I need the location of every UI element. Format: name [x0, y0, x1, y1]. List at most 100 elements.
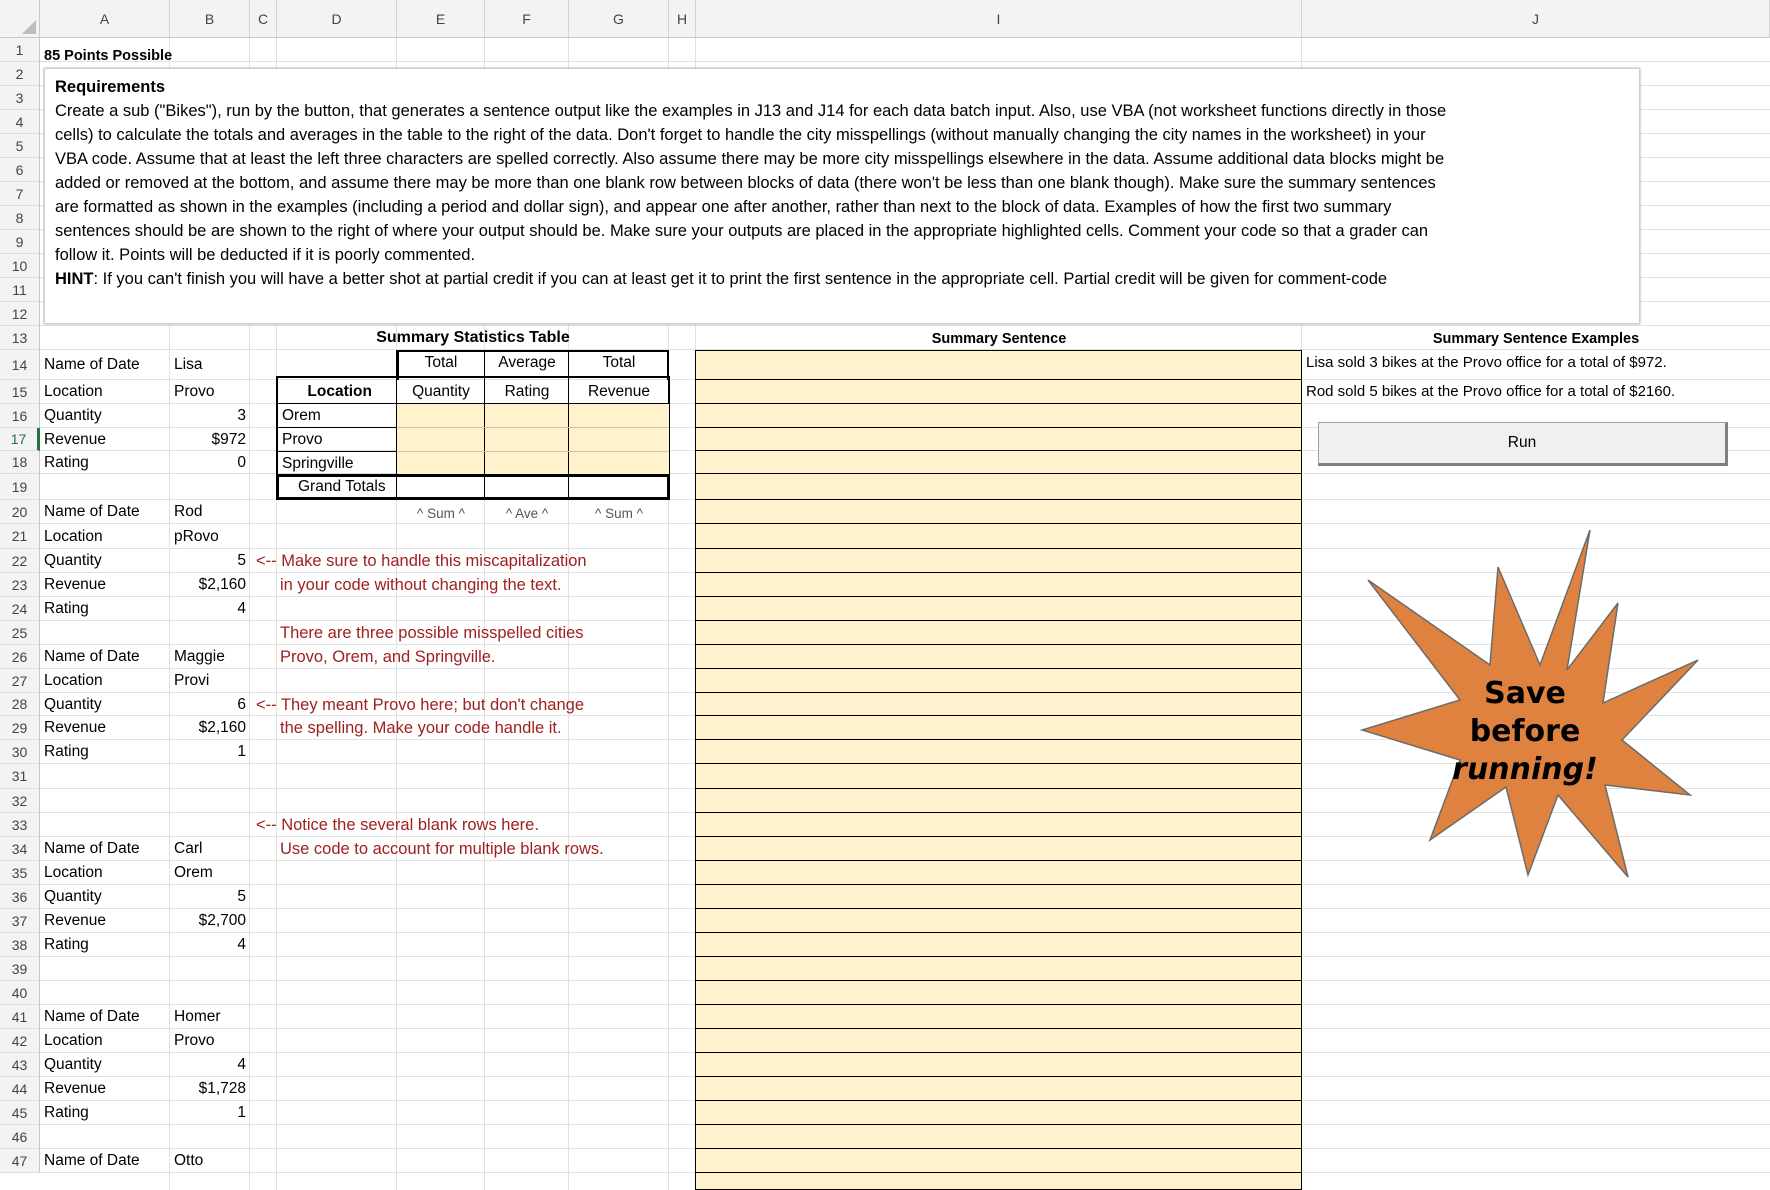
- summary-sentence-output[interactable]: [695, 350, 1302, 1190]
- row-header[interactable]: 25: [0, 621, 40, 645]
- field-value-rating[interactable]: 1: [170, 1101, 246, 1125]
- field-label-quantity[interactable]: Quantity: [44, 549, 102, 573]
- field-value-location[interactable]: Provi: [174, 669, 209, 693]
- field-value-revenue[interactable]: $972: [170, 428, 246, 451]
- field-value-revenue[interactable]: $1,728: [170, 1077, 246, 1101]
- field-value-rating[interactable]: 4: [170, 933, 246, 957]
- field-label-quantity[interactable]: Quantity: [44, 693, 102, 716]
- field-value-name[interactable]: Homer: [174, 1005, 221, 1029]
- field-value-location[interactable]: pRovo: [174, 524, 219, 549]
- row-header[interactable]: 22: [0, 549, 40, 573]
- field-label-name[interactable]: Name of Date: [44, 837, 140, 861]
- row-header[interactable]: 24: [0, 597, 40, 621]
- field-label-rating[interactable]: Rating: [44, 597, 89, 621]
- grand-totals-label[interactable]: Grand Totals: [298, 475, 386, 499]
- row-header[interactable]: 36: [0, 885, 40, 909]
- field-label-location[interactable]: Location: [44, 861, 103, 885]
- run-button[interactable]: Run: [1318, 422, 1728, 466]
- row-header[interactable]: 5: [0, 134, 40, 158]
- summary-table-inputs[interactable]: [397, 404, 669, 474]
- col-header-f[interactable]: F: [485, 0, 569, 38]
- field-value-name[interactable]: Rod: [174, 500, 202, 524]
- select-all-corner[interactable]: [0, 0, 40, 38]
- row-header[interactable]: 35: [0, 861, 40, 885]
- field-label-rating[interactable]: Rating: [44, 740, 89, 764]
- field-label-quantity[interactable]: Quantity: [44, 404, 102, 428]
- row-header[interactable]: 33: [0, 813, 40, 837]
- example-sentence-2[interactable]: Rod sold 5 bikes at the Provo office for…: [1306, 380, 1675, 404]
- row-header[interactable]: 3: [0, 86, 40, 110]
- field-value-quantity[interactable]: 5: [170, 549, 246, 573]
- requirements-textbox[interactable]: Requirements Create a sub ("Bikes"), run…: [44, 68, 1640, 324]
- row-header[interactable]: 42: [0, 1029, 40, 1053]
- field-label-name[interactable]: Name of Date: [44, 500, 140, 524]
- field-value-location[interactable]: Orem: [174, 861, 213, 885]
- row-header[interactable]: 4: [0, 110, 40, 134]
- row-header[interactable]: 44: [0, 1077, 40, 1101]
- row-header[interactable]: 31: [0, 764, 40, 789]
- row-header[interactable]: 15: [0, 380, 40, 404]
- field-value-rating[interactable]: 0: [170, 451, 246, 474]
- field-value-revenue[interactable]: $2,160: [170, 573, 246, 597]
- col-header-b[interactable]: B: [170, 0, 250, 38]
- field-label-revenue[interactable]: Revenue: [44, 716, 106, 740]
- row-header[interactable]: 46: [0, 1125, 40, 1149]
- points-possible[interactable]: 85 Points Possible: [44, 44, 172, 68]
- row-header[interactable]: 12: [0, 302, 40, 326]
- col-header-a[interactable]: A: [40, 0, 170, 38]
- row-header[interactable]: 19: [0, 474, 40, 500]
- row-header[interactable]: 39: [0, 957, 40, 981]
- row-header[interactable]: 28: [0, 693, 40, 716]
- field-label-location[interactable]: Location: [44, 524, 103, 549]
- field-value-name[interactable]: Otto: [174, 1149, 203, 1173]
- field-value-name[interactable]: Carl: [174, 837, 202, 861]
- row-header[interactable]: 10: [0, 254, 40, 278]
- col-header-d[interactable]: D: [277, 0, 397, 38]
- row-header[interactable]: 41: [0, 1005, 40, 1029]
- field-value-name[interactable]: Lisa: [174, 350, 202, 380]
- row-header[interactable]: 40: [0, 981, 40, 1005]
- field-value-revenue[interactable]: $2,700: [170, 909, 246, 933]
- row-header[interactable]: 17: [0, 428, 40, 451]
- row-header[interactable]: 2: [0, 62, 40, 86]
- row-header[interactable]: 16: [0, 404, 40, 428]
- location-provo[interactable]: Provo: [282, 428, 323, 452]
- col-header-e[interactable]: E: [397, 0, 485, 38]
- field-label-name[interactable]: Name of Date: [44, 350, 140, 380]
- field-label-name[interactable]: Name of Date: [44, 645, 140, 669]
- field-label-name[interactable]: Name of Date: [44, 1005, 140, 1029]
- field-value-name[interactable]: Maggie: [174, 645, 225, 669]
- summary-sentence-header[interactable]: Summary Sentence: [696, 327, 1302, 351]
- row-header[interactable]: 1: [0, 38, 40, 62]
- col-header-h[interactable]: H: [669, 0, 696, 38]
- field-label-quantity[interactable]: Quantity: [44, 885, 102, 909]
- row-header[interactable]: 11: [0, 278, 40, 302]
- row-header[interactable]: 26: [0, 645, 40, 669]
- field-label-quantity[interactable]: Quantity: [44, 1053, 102, 1077]
- row-header[interactable]: 6: [0, 158, 40, 182]
- field-label-revenue[interactable]: Revenue: [44, 909, 106, 933]
- location-springville[interactable]: Springville: [282, 452, 354, 476]
- col-header-g[interactable]: G: [569, 0, 669, 38]
- col-header-c[interactable]: C: [250, 0, 277, 38]
- field-label-location[interactable]: Location: [44, 669, 103, 693]
- field-label-location[interactable]: Location: [44, 380, 103, 404]
- row-header[interactable]: 38: [0, 933, 40, 957]
- location-orem[interactable]: Orem: [282, 404, 321, 428]
- field-value-location[interactable]: Provo: [174, 1029, 215, 1053]
- field-value-location[interactable]: Provo: [174, 380, 215, 404]
- row-header[interactable]: 18: [0, 451, 40, 474]
- row-header[interactable]: 34: [0, 837, 40, 861]
- field-value-rating[interactable]: 1: [170, 740, 246, 764]
- field-label-name[interactable]: Name of Date: [44, 1149, 140, 1173]
- field-label-revenue[interactable]: Revenue: [44, 573, 106, 597]
- row-header[interactable]: 27: [0, 669, 40, 693]
- field-value-rating[interactable]: 4: [170, 597, 246, 621]
- row-header[interactable]: 45: [0, 1101, 40, 1125]
- row-header[interactable]: 7: [0, 182, 40, 206]
- field-value-quantity[interactable]: 4: [170, 1053, 246, 1077]
- row-header[interactable]: 13: [0, 326, 40, 350]
- field-label-rating[interactable]: Rating: [44, 933, 89, 957]
- row-header[interactable]: 32: [0, 789, 40, 813]
- field-value-quantity[interactable]: 3: [170, 404, 246, 428]
